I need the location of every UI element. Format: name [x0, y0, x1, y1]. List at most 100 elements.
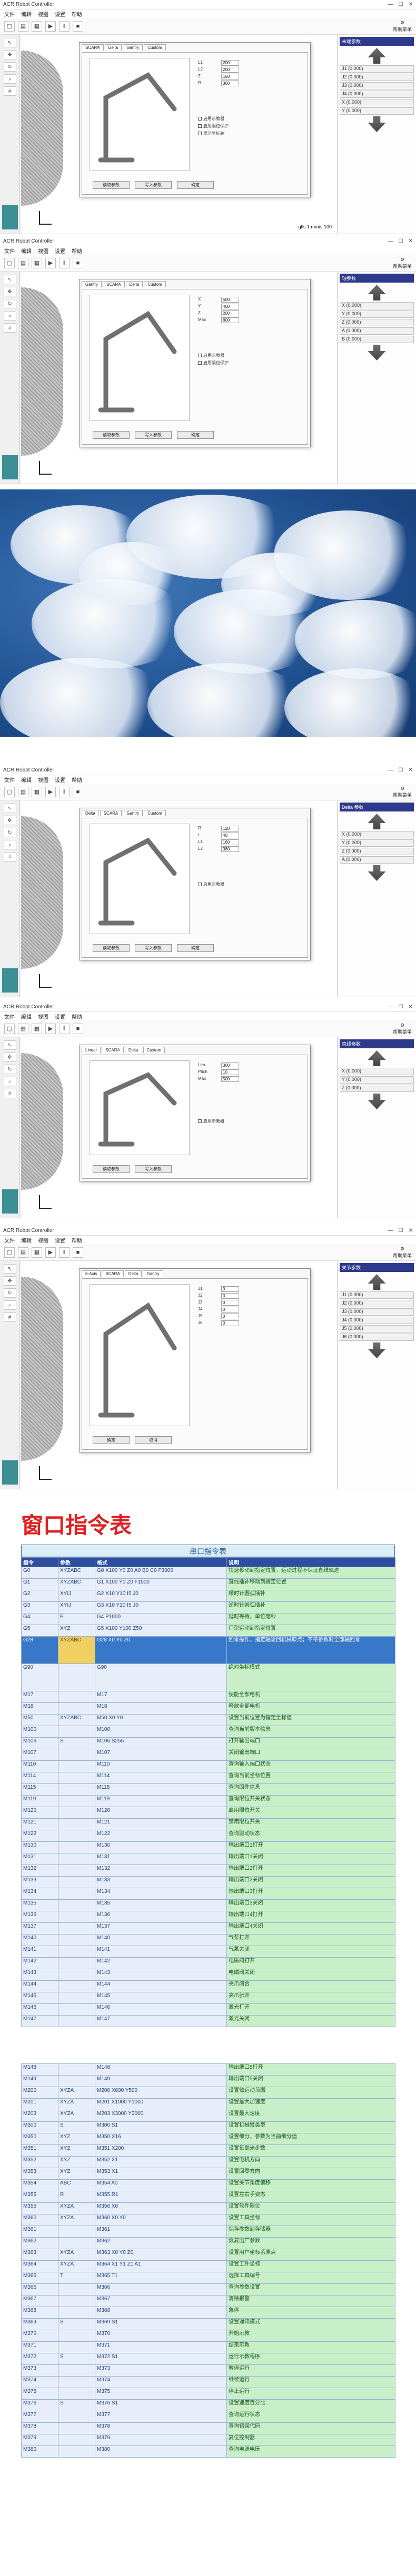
jog-row[interactable]: Z (0.000) [340, 848, 414, 855]
dialog-tab[interactable]: Custom [144, 281, 166, 287]
grid-icon[interactable]: # [3, 1312, 16, 1322]
jog-row[interactable]: X (0.000) [340, 831, 414, 838]
menu-item[interactable]: 编辑 [21, 10, 32, 18]
help-button[interactable]: ⚙ 帮助菜单 [393, 1246, 412, 1259]
dialog-button[interactable]: 写入参数 [135, 431, 172, 439]
checkbox-box[interactable] [198, 132, 202, 136]
menu-item[interactable]: 设置 [55, 1013, 65, 1020]
close-icon[interactable]: ✕ [409, 767, 413, 773]
jog-down-arrow-icon[interactable] [368, 865, 386, 881]
jog-row[interactable]: Y (0.000) [340, 1076, 414, 1084]
param-input[interactable]: 160 [221, 839, 239, 845]
rotate-icon[interactable]: ↻ [3, 299, 16, 308]
jog-row[interactable]: J4 (0.000) [340, 1317, 414, 1324]
rotate-icon[interactable]: ↻ [3, 1288, 16, 1298]
dialog-tab[interactable]: 6-Axis [82, 1270, 101, 1277]
param-input[interactable]: 500 [221, 1076, 239, 1082]
checkbox-box[interactable] [198, 117, 202, 121]
minimize-icon[interactable]: — [388, 767, 393, 773]
jog-row[interactable]: Y (0.000) [340, 107, 414, 115]
new-file-icon[interactable]: ▢ [4, 257, 15, 268]
checkbox-box[interactable] [198, 124, 202, 128]
stop-icon[interactable]: ■ [73, 21, 83, 32]
zoom-icon[interactable]: ⌕ [3, 311, 16, 320]
minimize-icon[interactable]: — [388, 238, 393, 244]
menu-item[interactable]: 帮助 [72, 247, 82, 255]
jog-row[interactable]: Z (0.000) [340, 319, 414, 326]
option-checkbox[interactable]: 启用示教器 [198, 116, 224, 122]
option-checkbox[interactable]: 启用示教器 [198, 881, 224, 887]
dialog-tab[interactable]: Gantry [143, 1270, 163, 1277]
jog-row[interactable]: J6 (0.000) [340, 1334, 414, 1341]
select-icon[interactable]: ↖ [3, 804, 16, 813]
menu-item[interactable]: 帮助 [72, 1236, 82, 1244]
param-input[interactable]: 400 [221, 304, 239, 309]
option-checkbox[interactable]: 启用限位保护 [198, 360, 229, 366]
dialog-button[interactable]: 取消 [135, 1436, 172, 1444]
move-icon[interactable]: ✥ [3, 50, 16, 59]
open-file-icon[interactable]: ▤ [18, 257, 28, 268]
open-file-icon[interactable]: ▤ [18, 1247, 28, 1258]
jog-row[interactable]: J1 (0.000) [340, 1291, 414, 1299]
new-file-icon[interactable]: ▢ [4, 1023, 15, 1034]
new-file-icon[interactable]: ▢ [4, 786, 15, 797]
param-input[interactable]: 150 [221, 74, 239, 79]
jog-up-arrow-icon[interactable] [368, 48, 386, 64]
zoom-icon[interactable]: ⌕ [3, 1300, 16, 1310]
menu-item[interactable]: 视图 [38, 1236, 48, 1244]
dialog-tab[interactable]: SCARA [102, 1047, 124, 1053]
menu-item[interactable]: 编辑 [21, 776, 32, 784]
close-icon[interactable]: ✕ [409, 238, 413, 244]
param-input[interactable]: 500 [221, 297, 239, 303]
play-icon[interactable]: ▶ [45, 786, 56, 797]
param-input[interactable]: 0 [221, 1286, 239, 1292]
stop-icon[interactable]: ■ [73, 1247, 83, 1258]
jog-row[interactable]: J2 (0.000) [340, 74, 414, 81]
dialog-tab[interactable]: Linear [82, 1047, 101, 1053]
menu-item[interactable]: 文件 [4, 1236, 15, 1244]
option-checkbox[interactable]: 启用示教器 [198, 353, 224, 358]
menu-item[interactable]: 帮助 [72, 1013, 82, 1020]
dialog-tab[interactable]: Delta [124, 1047, 142, 1053]
dialog-button[interactable]: 确定 [177, 944, 214, 952]
jog-row[interactable]: X (0.000) [340, 1068, 414, 1075]
jog-row[interactable]: J3 (0.000) [340, 82, 414, 89]
select-icon[interactable]: ↖ [3, 38, 16, 47]
dialog-button[interactable]: 写入参数 [135, 944, 172, 952]
pause-icon[interactable]: ‖ [59, 786, 70, 797]
jog-up-arrow-icon[interactable] [368, 1050, 386, 1066]
param-input[interactable]: 800 [221, 317, 239, 323]
param-input[interactable]: 0 [221, 1300, 239, 1306]
param-input[interactable]: 200 [221, 67, 239, 73]
param-input[interactable]: 200 [221, 60, 239, 66]
menu-item[interactable]: 文件 [4, 1013, 15, 1020]
menu-item[interactable]: 视图 [38, 10, 48, 18]
menu-item[interactable]: 文件 [4, 10, 15, 18]
menu-item[interactable]: 文件 [4, 776, 15, 784]
play-icon[interactable]: ▶ [45, 1023, 56, 1034]
checkbox-box[interactable] [198, 1119, 202, 1124]
param-input[interactable]: 0 [221, 1293, 239, 1299]
menu-item[interactable]: 文件 [4, 247, 15, 255]
grid-icon[interactable]: # [3, 852, 16, 861]
dialog-tab[interactable]: Gantry [123, 810, 143, 816]
open-file-icon[interactable]: ▤ [18, 786, 28, 797]
dialog-tab[interactable]: Delta [124, 1270, 142, 1277]
save-icon[interactable]: ▦ [32, 1247, 42, 1258]
open-file-icon[interactable]: ▤ [18, 21, 28, 32]
stop-icon[interactable]: ■ [73, 786, 83, 797]
menu-item[interactable]: 视图 [38, 776, 48, 784]
jog-row[interactable]: J5 (0.000) [340, 1325, 414, 1332]
pause-icon[interactable]: ‖ [59, 257, 70, 268]
menu-item[interactable]: 编辑 [21, 1236, 32, 1244]
menu-item[interactable]: 帮助 [72, 776, 82, 784]
jog-row[interactable]: Y (0.000) [340, 839, 414, 847]
dialog-tab[interactable]: SCARA [103, 281, 125, 287]
help-button[interactable]: ⚙ 帮助菜单 [393, 20, 412, 33]
open-file-icon[interactable]: ▤ [18, 1023, 28, 1034]
dialog-tab[interactable]: SCARA [100, 810, 122, 816]
minimize-icon[interactable]: — [388, 1228, 393, 1234]
param-input[interactable]: 10 [221, 1069, 239, 1075]
option-checkbox[interactable]: 显示坐标轴 [198, 131, 224, 136]
dialog-tab[interactable]: SCARA [82, 44, 104, 51]
